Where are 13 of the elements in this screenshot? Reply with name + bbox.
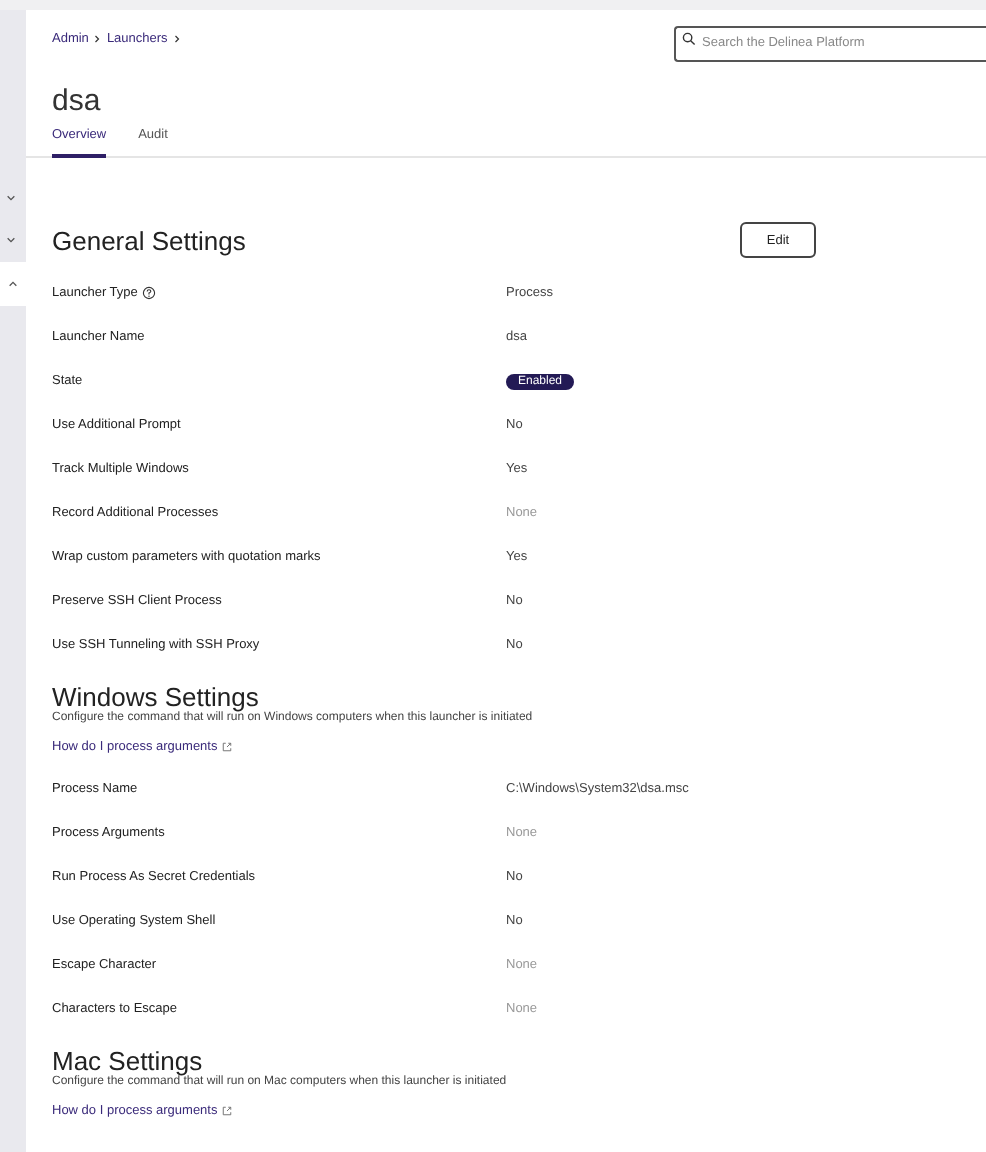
chevron-down-icon[interactable] xyxy=(6,194,16,202)
help-icon[interactable] xyxy=(141,285,156,299)
external-link-icon xyxy=(221,742,232,752)
chevron-right-icon xyxy=(94,33,101,43)
search-icon xyxy=(682,31,696,45)
section-heading: General Settings xyxy=(52,225,246,255)
external-link-icon xyxy=(221,1106,232,1116)
chevron-right-icon xyxy=(173,33,180,43)
section-heading: Mac Settings xyxy=(52,1046,203,1076)
chevron-up-icon xyxy=(8,280,18,288)
section-heading: Windows Settings xyxy=(52,682,259,712)
page-title: dsa xyxy=(50,84,103,120)
chevron-down-icon[interactable] xyxy=(6,236,16,244)
